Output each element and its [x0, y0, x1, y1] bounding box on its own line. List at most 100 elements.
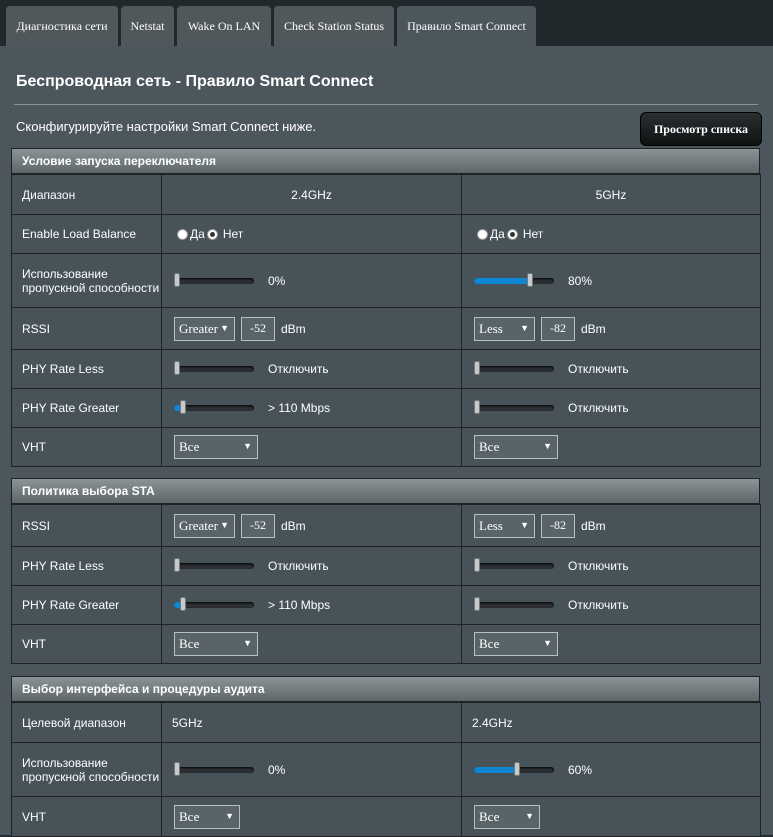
sta-vht-row: VHT Все ▼ Все ▼	[11, 624, 761, 664]
sta-phy-greater-24-slider[interactable]	[174, 597, 254, 611]
load-balance-label: Enable Load Balance	[11, 214, 162, 254]
sta-phy-less-5-slider[interactable]	[474, 558, 554, 572]
view-list-button[interactable]: Просмотр списка	[640, 112, 762, 146]
sta-rssi-row: RSSI Greater ▼ -52 dBm Less ▼ -82 dBm	[11, 504, 761, 547]
tab-bar: Диагностика сети Netstat Wake On LAN Che…	[0, 0, 773, 47]
rssi-label: RSSI	[11, 307, 162, 350]
sta-rssi-24-unit: dBm	[281, 518, 306, 533]
iface-vht-5-select[interactable]: Все ▼	[474, 804, 540, 829]
rssi-5-unit: dBm	[581, 321, 606, 336]
iface-vht-24-select[interactable]: Все ▼	[174, 804, 240, 829]
chevron-down-icon: ▼	[543, 638, 552, 648]
vht-24-value: Все	[179, 439, 200, 454]
bandwidth-5-slider[interactable]	[474, 272, 554, 287]
lb-24-yes-radio[interactable]	[177, 228, 188, 240]
phy-greater-5-slider[interactable]	[474, 400, 554, 414]
lb-5-no-radio[interactable]	[506, 228, 518, 240]
chevron-down-icon: ▼	[220, 322, 229, 333]
sta-rssi-5-condition-select[interactable]: Less ▼	[474, 513, 535, 538]
phy-greater-24-value: > 110 Mbps	[268, 401, 331, 415]
title-divider	[14, 104, 758, 105]
vht-row: VHT Все ▼ Все ▼	[11, 427, 761, 467]
iface-bandwidth-5-slider[interactable]	[474, 761, 554, 776]
iface-vht-24-value: Все	[179, 808, 200, 824]
band-row: Диапазон 2.4GHz 5GHz	[11, 174, 761, 215]
sta-rssi-24-condition-select[interactable]: Greater ▼	[174, 513, 235, 538]
lb-24-no-radio[interactable]	[206, 228, 218, 240]
tab-network-diagnostics[interactable]: Диагностика сети	[6, 6, 118, 47]
phy-greater-24-slider[interactable]	[174, 400, 254, 414]
sta-phy-greater-5-value: Отключить	[568, 598, 629, 612]
iface-bandwidth-label: Использование пропускной способности	[11, 742, 162, 797]
section-sta-header: Политика выбора STA	[11, 478, 760, 504]
rssi-row: RSSI Greater ▼ -52 dBm Less ▼ -82 dBm	[11, 307, 761, 350]
sta-rssi-24-condition-value: Greater	[179, 517, 218, 533]
rssi-24-unit: dBm	[281, 321, 306, 336]
tab-check-station-status[interactable]: Check Station Status	[274, 6, 394, 47]
band-5-label: 5GHz	[461, 174, 761, 215]
load-balance-row: Enable Load Balance Да Нет Да Нет	[11, 214, 761, 254]
sta-vht-label: VHT	[11, 624, 162, 664]
tab-netstat[interactable]: Netstat	[121, 6, 174, 47]
iface-table: Целевой диапазон 5GHz 2.4GHz Использован…	[11, 702, 761, 837]
tab-wake-on-lan[interactable]: Wake On LAN	[177, 6, 271, 47]
phy-less-24-value: Отключить	[268, 362, 329, 376]
bandwidth-24-value: 0%	[268, 273, 286, 288]
chevron-down-icon: ▼	[525, 810, 534, 821]
lb-5-yes-radio[interactable]	[477, 228, 488, 240]
phy-greater-label: PHY Rate Greater	[11, 388, 162, 428]
vht-label: VHT	[11, 427, 162, 467]
chevron-down-icon: ▼	[243, 441, 252, 451]
sta-rssi-5-unit: dBm	[581, 518, 606, 533]
vht-24-select[interactable]: Все ▼	[174, 435, 258, 459]
bandwidth-label: Использование пропускной способности	[11, 253, 162, 308]
chevron-down-icon: ▼	[225, 810, 234, 821]
iface-bandwidth-24-slider[interactable]	[174, 761, 254, 776]
sta-rssi-5-condition-value: Less	[479, 517, 503, 533]
chevron-down-icon: ▼	[243, 638, 252, 648]
section-trigger-header: Условие запуска переключателя	[11, 148, 760, 174]
target-24-value: 5GHz	[161, 702, 462, 743]
rssi-24-condition-select[interactable]: Greater ▼	[174, 316, 235, 341]
trigger-table: Диапазон 2.4GHz 5GHz Enable Load Balance…	[11, 174, 761, 467]
sta-phy-less-5-value: Отключить	[568, 559, 629, 573]
section-iface-header: Выбор интерфейса и процедуры аудита	[11, 676, 760, 702]
band-24-label: 2.4GHz	[161, 174, 462, 215]
rssi-5-input[interactable]: -82	[541, 316, 575, 341]
sta-phy-greater-24-value: > 110 Mbps	[268, 598, 331, 612]
iface-bandwidth-row: Использование пропускной способности 0% …	[11, 742, 761, 797]
target-row: Целевой диапазон 5GHz 2.4GHz	[11, 702, 761, 743]
iface-vht-row: VHT Все ▼ Все ▼	[11, 796, 761, 837]
phy-less-24-slider[interactable]	[174, 361, 254, 375]
phy-less-5-slider[interactable]	[474, 361, 554, 375]
target-5-value: 2.4GHz	[461, 702, 761, 743]
sta-rssi-5-input[interactable]: -82	[541, 513, 575, 538]
chevron-down-icon: ▼	[520, 322, 529, 333]
sta-rssi-24-input[interactable]: -52	[241, 513, 275, 538]
iface-bandwidth-24-value: 0%	[268, 762, 286, 777]
rssi-5-condition-select[interactable]: Less ▼	[474, 316, 535, 341]
sta-vht-5-value: Все	[479, 636, 500, 651]
page-title: Беспроводная сеть - Правило Smart Connec…	[16, 73, 374, 90]
sta-vht-5-select[interactable]: Все ▼	[474, 632, 558, 656]
phy-greater-row: PHY Rate Greater > 110 Mbps Отключить	[11, 388, 761, 428]
phy-less-5-value: Отключить	[568, 362, 629, 376]
sta-vht-24-select[interactable]: Все ▼	[174, 632, 258, 656]
rssi-5-condition-value: Less	[479, 320, 503, 336]
sta-phy-greater-5-slider[interactable]	[474, 597, 554, 611]
iface-bandwidth-5-value: 60%	[568, 762, 593, 777]
phy-less-label: PHY Rate Less	[11, 349, 162, 389]
chevron-down-icon: ▼	[520, 519, 529, 530]
vht-5-select[interactable]: Все ▼	[474, 435, 558, 459]
chevron-down-icon: ▼	[220, 519, 229, 530]
lb-24-yes-label: Да	[190, 227, 205, 241]
sta-phy-greater-label: PHY Rate Greater	[11, 585, 162, 625]
bandwidth-24-slider[interactable]	[174, 272, 254, 287]
rssi-24-input[interactable]: -52	[241, 316, 275, 341]
lb-5-no-label: Нет	[522, 227, 544, 241]
band-label: Диапазон	[11, 174, 162, 215]
page-description: Сконфигурируйте настройки Smart Connect …	[16, 119, 317, 134]
sta-phy-less-24-value: Отключить	[268, 559, 329, 573]
sta-phy-less-24-slider[interactable]	[174, 558, 254, 572]
tab-smart-connect-rule[interactable]: Правило Smart Connect	[397, 6, 536, 47]
